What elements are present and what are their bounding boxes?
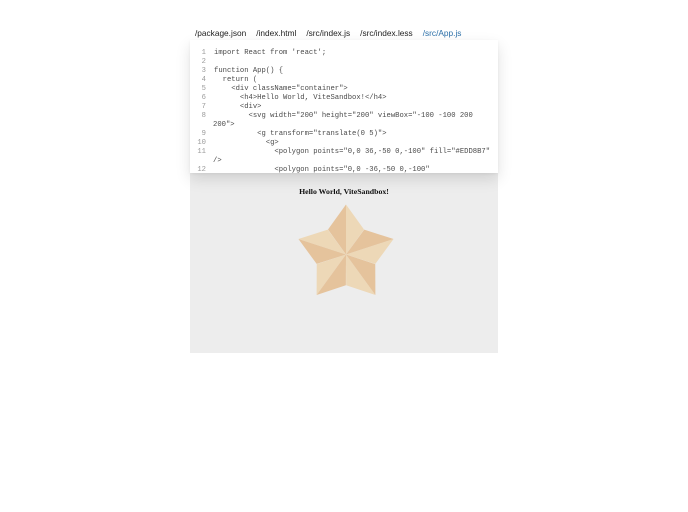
line-number: 4 [201,76,206,84]
code-text: <g transform="translate(0 5)"> [214,130,387,138]
code-text: function App() { [214,67,284,75]
code-line: 10 <g> [190,139,498,148]
star-graphic [298,204,394,295]
code-line: /> [190,157,498,166]
code-text: <g> [214,139,279,147]
code-text: <div className="container"> [214,85,348,93]
code-lines: 1 import React from 'react'; 2 3 function Ap… [190,49,498,173]
code-line: 12 <polygon points="0,0 -36,-50 0,-100" [190,166,498,173]
line-number: 12 [197,166,206,173]
code-line: 3 function App() { [190,67,498,76]
line-number: 9 [201,130,206,138]
code-line: 9 <g transform="translate(0 5)"> [190,130,498,139]
code-text: <div> [214,103,262,111]
code-text: return ( [214,76,258,84]
code-text: <polygon points="0,0 36,-50 0,-100" fill… [214,148,491,156]
code-line: 5 <div className="container"> [190,85,498,94]
line-number: 8 [201,112,206,120]
code-text: <polygon points="0,0 -36,-50 0,-100" [214,166,430,173]
preview-pane: Hello World, ViteSandbox! [190,160,498,353]
code-text: /> [213,157,222,165]
line-number: 5 [201,85,206,93]
code-line: 11 <polygon points="0,0 36,-50 0,-100" f… [190,148,498,157]
code-text: 200"> [213,121,235,129]
line-number: 2 [201,58,206,66]
app-root: /package.json /index.html /src/index.js … [0,0,688,512]
code-editor[interactable]: 1 import React from 'react'; 2 3 function Ap… [190,40,498,173]
code-line: 8 <svg width="200" height="200" viewBox=… [190,112,498,121]
code-line: 1 import React from 'react'; [190,49,498,58]
code-text: <svg width="200" height="200" viewBox="-… [214,112,473,120]
code-line: 6 <h4>Hello World, ViteSandbox!</h4> [190,94,498,103]
line-number: 7 [201,103,206,111]
preview-heading: Hello World, ViteSandbox! [299,187,389,196]
code-line: 2 [190,58,498,67]
line-number [190,157,206,166]
code-text: import React from 'react'; [214,49,327,57]
line-number: 11 [197,148,206,156]
code-line: 7 <div> [190,103,498,112]
code-line: 4 return ( [190,76,498,85]
code-text: <h4>Hello World, ViteSandbox!</h4> [214,94,387,102]
line-number: 10 [197,139,206,147]
line-number: 6 [201,94,206,102]
file-tab-bar: /package.json /index.html /src/index.js … [190,26,498,41]
line-number: 3 [201,67,206,75]
line-number: 1 [201,49,206,57]
line-number [190,121,206,130]
code-line: 200"> [190,121,498,130]
